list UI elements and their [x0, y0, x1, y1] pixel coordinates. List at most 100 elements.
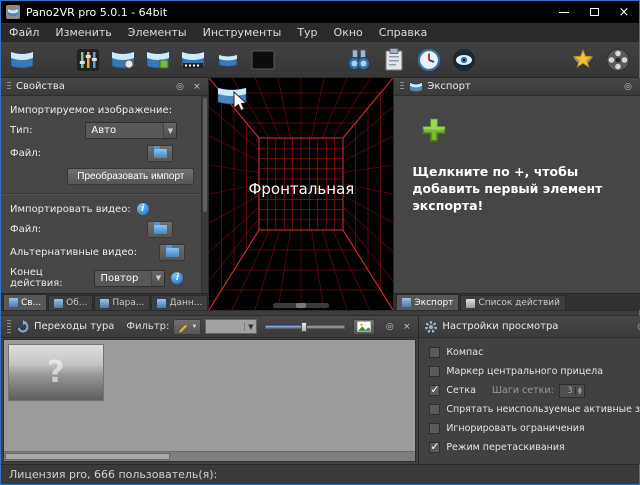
checkbox-row-grid[interactable]: Сетка Шаги сетки: 3 ▲▼ [429, 381, 640, 400]
checkbox[interactable] [429, 347, 441, 358]
slider-handle[interactable] [300, 321, 307, 332]
type-dropdown[interactable]: Авто ▼ [85, 122, 178, 139]
tab-icon [9, 298, 18, 307]
checkbox[interactable] [429, 404, 441, 415]
browse-video-button[interactable] [147, 221, 174, 238]
panorama-thumbnail[interactable]: ? [8, 344, 104, 401]
checkbox[interactable] [429, 440, 441, 453]
edit-filter-button[interactable]: ▼ [173, 318, 202, 335]
scrollbar-handle[interactable] [5, 453, 170, 460]
close-panel-icon[interactable]: × [190, 82, 203, 92]
undock-icon[interactable]: ◎ [635, 322, 640, 332]
import-image-section-label: Импортируемое изображение: [10, 105, 173, 116]
transformation-button[interactable] [178, 45, 208, 75]
info-icon[interactable] [171, 272, 184, 284]
view-settings-panel: Настройки просмотра ◎ × Компас Маркер це… [419, 316, 640, 464]
patch-input-button[interactable] [143, 45, 173, 75]
export-tabs: Экспорт Список действий [394, 293, 640, 310]
checkbox-row-hide-unused-hotspots[interactable]: Спрятать неиспользуемые активные зоны [429, 400, 640, 419]
viewing-parameters-button[interactable] [108, 45, 138, 75]
media-gallery-button[interactable] [603, 45, 633, 75]
scrollbar-handle[interactable] [203, 98, 208, 213]
minimize-button[interactable] [549, 1, 579, 23]
toolbar [1, 42, 639, 78]
folder-icon [153, 222, 167, 234]
statusbar: Лицензия pro, 666 пользователь(я): [1, 464, 639, 484]
panorama-levels-button[interactable] [73, 45, 103, 75]
checkbox-row-drag-mode[interactable]: Режим перетаскивания [429, 438, 640, 457]
tab-icon [100, 298, 110, 308]
properties-scrollbar[interactable] [201, 96, 209, 293]
tour-thumbnails-area[interactable]: ? [3, 339, 417, 462]
chevron-down-icon: ▼ [151, 270, 165, 286]
clock-icon [417, 48, 441, 71]
tab-properties[interactable]: Св... [3, 294, 48, 310]
undock-icon[interactable]: ◎ [383, 322, 396, 332]
checkbox[interactable] [429, 383, 441, 396]
close-panel-icon[interactable]: × [400, 322, 413, 332]
tab-export[interactable]: Экспорт [396, 294, 460, 310]
preview-button[interactable] [449, 45, 479, 75]
folder-icon [165, 245, 179, 257]
spinner-arrows-icon[interactable]: ▲ ▼ [574, 386, 584, 395]
filter-dropdown[interactable]: ▼ [205, 319, 258, 334]
browse-file-button[interactable] [147, 145, 174, 162]
zoom-slider-handle[interactable] [296, 303, 307, 308]
menu-elements[interactable]: Элементы [120, 23, 195, 42]
tour-horizontal-scrollbar[interactable] [4, 451, 416, 461]
app-icon [6, 5, 20, 19]
maximize-button[interactable] [579, 1, 609, 23]
menubar: Файл Изменить Элементы Инструменты Тур О… [1, 23, 639, 42]
menu-window[interactable]: Окно [326, 23, 371, 42]
end-action-label: Конец действия: [10, 267, 63, 289]
properties-panel-header: Свойства ◎ × [1, 78, 209, 96]
type-value: Авто [91, 125, 117, 136]
video-panorama-button[interactable] [213, 45, 243, 75]
gear-icon [425, 320, 438, 333]
tab-parameters[interactable]: Пара... [94, 295, 151, 310]
menu-tools[interactable]: Инструменты [195, 23, 290, 42]
image-view-button[interactable] [353, 318, 376, 335]
add-export-button[interactable] [420, 116, 448, 144]
close-button[interactable]: × [609, 1, 639, 23]
grid-steps-spinner[interactable]: 3 ▲ ▼ [558, 383, 585, 398]
type-label: Тип: [10, 125, 33, 136]
menu-edit[interactable]: Изменить [47, 23, 119, 42]
checkbox[interactable] [429, 423, 441, 434]
grid-steps-value: 3 [567, 385, 573, 396]
export-panel-title: Экспорт [427, 81, 471, 92]
undock-icon[interactable]: ◎ [621, 82, 634, 92]
info-icon[interactable] [136, 203, 149, 215]
panorama-thumbnail-with-cursor[interactable] [216, 84, 258, 114]
end-action-dropdown[interactable]: Повтор ▼ [94, 269, 166, 287]
viewport-zoom-slider[interactable] [273, 303, 330, 308]
tab-action-list[interactable]: Список действий [460, 295, 566, 310]
menu-tour[interactable]: Тур [289, 23, 325, 42]
undock-icon[interactable]: ◎ [173, 82, 186, 92]
checkbox-row-ignore-limits[interactable]: Игнорировать ограничения [429, 419, 640, 438]
chevron-down-icon: ▼ [191, 323, 198, 330]
drag-grip-icon[interactable] [7, 320, 11, 333]
input-panorama-button[interactable] [7, 45, 37, 75]
find-button[interactable] [344, 45, 374, 75]
blackout-button[interactable] [248, 45, 278, 75]
time-button[interactable] [414, 45, 444, 75]
browse-alt-video-button[interactable] [159, 244, 186, 261]
small-panorama-icon [218, 53, 238, 67]
thumbnail-size-slider[interactable] [265, 321, 346, 333]
maximize-icon [589, 8, 599, 16]
film-reel-icon [606, 48, 630, 71]
checkbox-row-compass[interactable]: Компас [429, 343, 640, 362]
drag-grip-icon[interactable] [400, 82, 405, 91]
clipboard-button[interactable] [379, 45, 409, 75]
panorama-viewport[interactable]: Фронтальная [209, 78, 394, 310]
checkbox-row-center-marker[interactable]: Маркер центрального прицела [429, 362, 640, 381]
convert-import-button[interactable]: Преобразовать импорт [67, 168, 195, 185]
tab-overview[interactable]: Об... [48, 295, 94, 310]
drag-grip-icon[interactable] [7, 82, 11, 91]
tab-data[interactable]: Данн... [151, 295, 209, 310]
view-settings-header: Настройки просмотра ◎ × [419, 316, 640, 338]
menu-help[interactable]: Справка [371, 23, 435, 42]
checkbox[interactable] [429, 366, 441, 377]
menu-file[interactable]: Файл [1, 23, 47, 42]
